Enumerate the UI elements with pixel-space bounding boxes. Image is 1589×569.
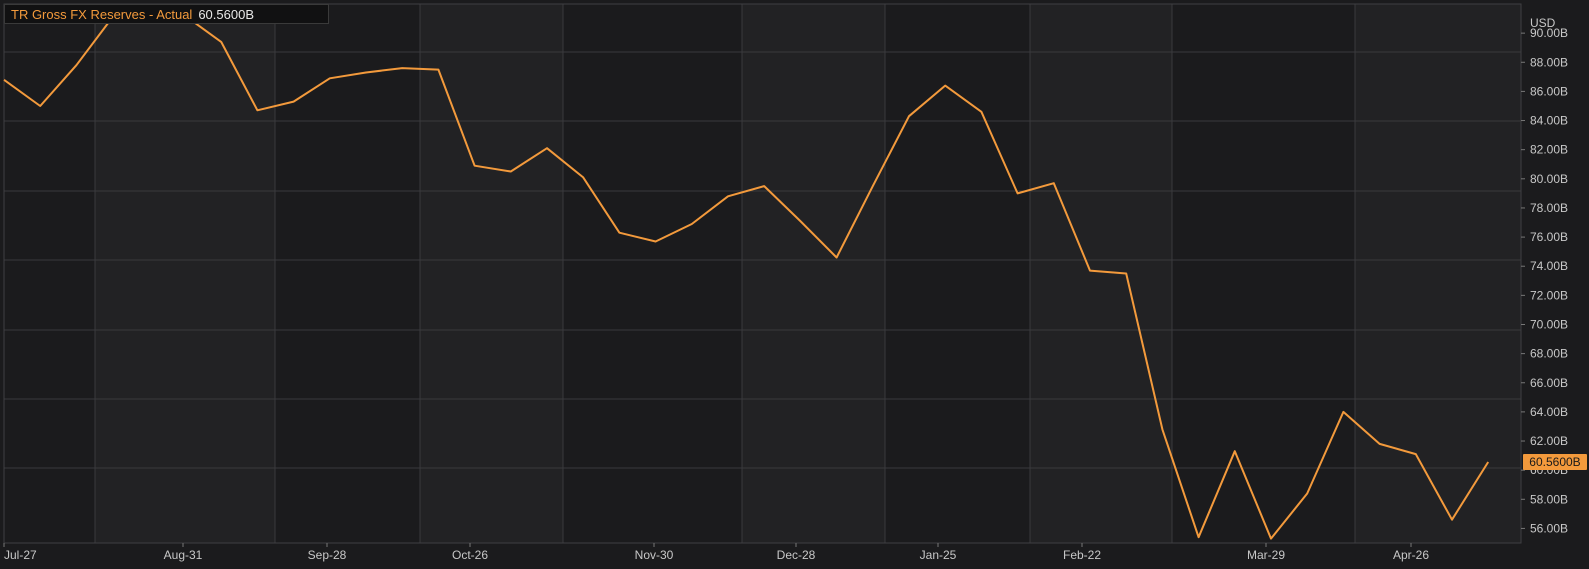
chart-band bbox=[1030, 4, 1172, 543]
y-tick-label: 80.00B bbox=[1530, 172, 1568, 186]
x-tick-label: Jan-25 bbox=[920, 548, 957, 562]
x-tick-label: Aug-31 bbox=[164, 548, 203, 562]
chart-plot: Jul-27 Aug-31 Sep-28 Oct-26 Nov-30 Dec-28 Jan-… bbox=[0, 0, 1589, 569]
y-tick-label: 82.00B bbox=[1530, 143, 1568, 157]
y-tick-label: 68.00B bbox=[1530, 347, 1568, 361]
chart: Jul-27 Aug-31 Sep-28 Oct-26 Nov-30 Dec-28 Jan-… bbox=[0, 0, 1589, 569]
x-tick-label: Jul-27 bbox=[4, 548, 37, 562]
chart-band bbox=[742, 4, 885, 543]
y-tick-label: 56.00B bbox=[1530, 521, 1568, 535]
y-tick-label: 64.00B bbox=[1530, 405, 1568, 419]
x-tick-label: Apr-26 bbox=[1393, 548, 1429, 562]
legend-last-value: 60.5600B bbox=[198, 6, 254, 22]
y-tick-label: 72.00B bbox=[1530, 288, 1568, 302]
y-tick-label: 58.00B bbox=[1530, 492, 1568, 506]
x-tick-label: Feb-22 bbox=[1063, 548, 1101, 562]
last-value-badge-label: 60.5600B bbox=[1529, 455, 1580, 469]
y-tick-label: 90.00B bbox=[1530, 26, 1568, 40]
y-tick-label: 76.00B bbox=[1530, 230, 1568, 244]
x-tick-label: Nov-30 bbox=[635, 548, 674, 562]
y-tick-label: 66.00B bbox=[1530, 376, 1568, 390]
x-tick-label: Oct-26 bbox=[452, 548, 488, 562]
y-tick-label: 84.00B bbox=[1530, 114, 1568, 128]
x-tick-label: Sep-28 bbox=[308, 548, 347, 562]
y-tick-label: 88.00B bbox=[1530, 55, 1568, 69]
legend: TR Gross FX Reserves - Actual 60.5600B bbox=[4, 4, 329, 24]
y-tick-label: 86.00B bbox=[1530, 84, 1568, 98]
y-tick-label: 62.00B bbox=[1530, 434, 1568, 448]
y-tick-label: 74.00B bbox=[1530, 259, 1568, 273]
y-tick-label: 78.00B bbox=[1530, 201, 1568, 215]
chart-band bbox=[1355, 4, 1521, 543]
chart-band bbox=[420, 4, 563, 543]
y-tick-label: 70.00B bbox=[1530, 317, 1568, 331]
x-tick-label: Dec-28 bbox=[777, 548, 816, 562]
x-tick-label: Mar-29 bbox=[1247, 548, 1285, 562]
legend-series-label: TR Gross FX Reserves - Actual bbox=[11, 6, 193, 22]
chart-band bbox=[95, 4, 275, 543]
